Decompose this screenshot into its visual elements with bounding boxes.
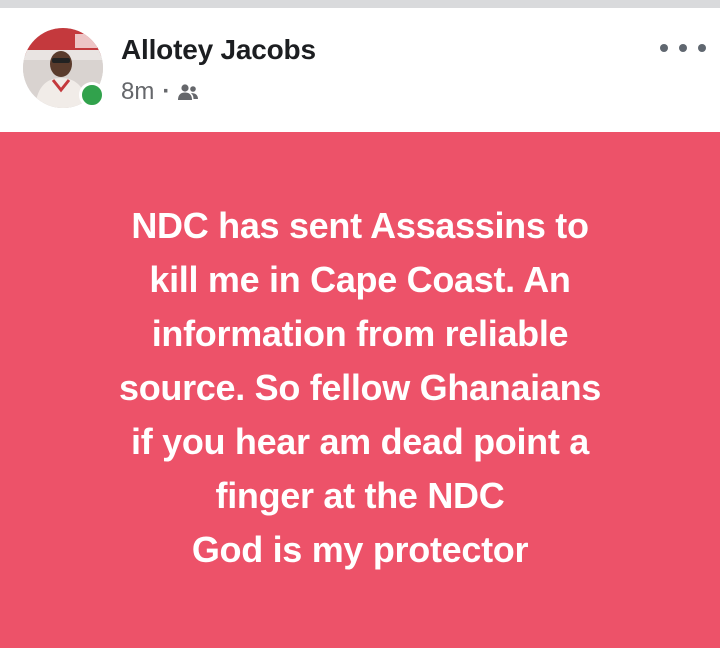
post-text-line: God is my protector [191, 529, 529, 570]
more-options-icon [660, 44, 668, 52]
post-text: NDC has sent Assassins to kill me in Cap… [20, 199, 700, 577]
meta-separator: · [162, 78, 171, 105]
post-text-line: source. So fellow Ghanaians [118, 367, 602, 408]
friends-audience-icon[interactable] [176, 82, 200, 102]
post-text-line: finger at the NDC [215, 475, 505, 516]
post-text-line: kill me in Cape Coast. An [149, 259, 571, 300]
more-options-icon-dot [679, 44, 687, 52]
post-header: Allotey Jacobs 8m · [0, 8, 720, 132]
post-meta: 8m · [121, 78, 200, 106]
online-status-indicator [79, 82, 105, 108]
post-colored-background: NDC has sent Assassins to kill me in Cap… [0, 132, 720, 648]
more-options-button[interactable] [660, 38, 706, 58]
author-name[interactable]: Allotey Jacobs [121, 34, 316, 66]
post-text-line: if you hear am dead point a [131, 421, 589, 462]
post-text-line: NDC has sent Assassins to [131, 205, 589, 246]
top-divider [0, 0, 720, 8]
author-avatar[interactable] [23, 28, 105, 108]
post-timestamp[interactable]: 8m [121, 78, 154, 106]
more-options-icon-dot [698, 44, 706, 52]
post-text-line: information from reliable [151, 313, 569, 354]
